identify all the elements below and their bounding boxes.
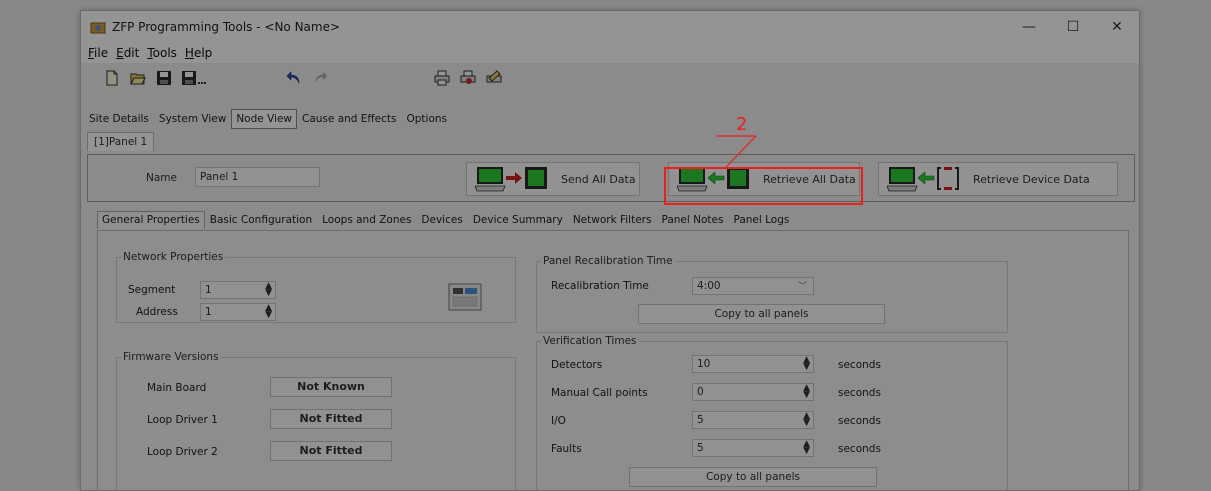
annotation-line	[716, 135, 757, 168]
